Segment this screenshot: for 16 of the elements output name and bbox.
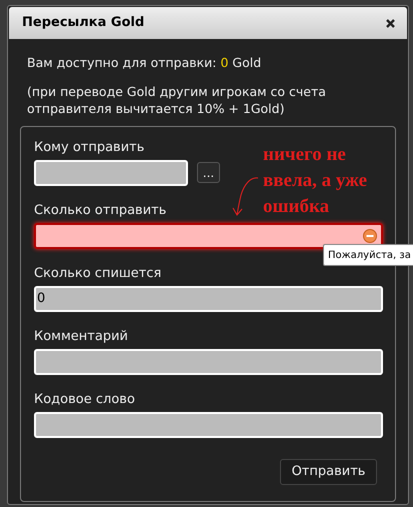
window-title: Пересылка Gold (22, 14, 144, 32)
field-label: Кому отправить (34, 138, 144, 156)
annotation-arrow (232, 175, 260, 217)
input-field[interactable] (34, 222, 383, 249)
submit-button[interactable]: Отправить (280, 458, 377, 485)
field-label: Сколько спишется (34, 264, 162, 282)
input-field[interactable]: 0 (34, 286, 383, 312)
tooltip: Пожалуйста, за (323, 244, 413, 266)
fee-note: (при переводе Gold другим игрокам со счета отправителя вычитается 10% + 1Gold) (26, 82, 327, 117)
field-label: Кодовое слово (34, 390, 135, 408)
picker-button[interactable]: ... (197, 162, 220, 184)
field-label: Сколько отправить (34, 202, 166, 219)
close-icon[interactable] (386, 18, 395, 28)
annotation-text: ничего не ввела, а уже ошибка (263, 143, 368, 219)
field-label: Комментарий (34, 328, 128, 345)
balance-text: Вам доступно для отправки: 0 Gold (26, 54, 262, 72)
